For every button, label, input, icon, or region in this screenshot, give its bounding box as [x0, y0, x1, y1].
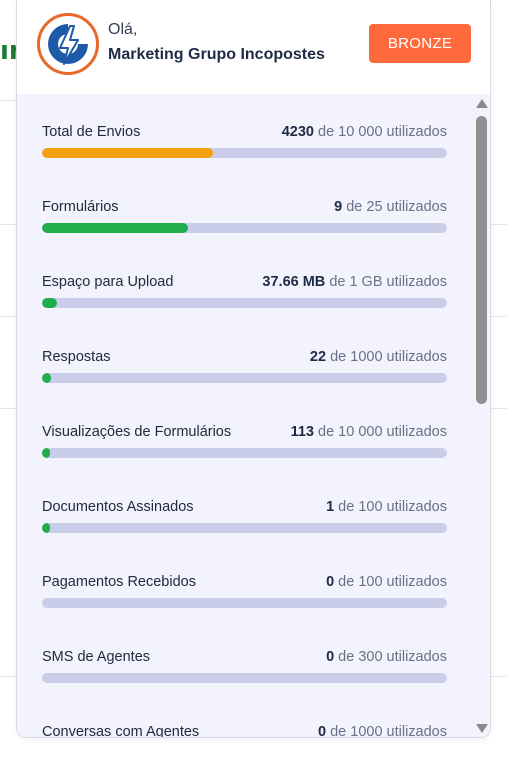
- usage-item: Formulários 9 de 25 utilizados: [42, 199, 447, 259]
- background-divider: [0, 224, 17, 225]
- usage-item: Documentos Assinados 1 de 100 utilizados: [42, 499, 447, 559]
- scrollbar-thumb[interactable]: [476, 116, 487, 404]
- scrollbar[interactable]: [473, 94, 490, 737]
- usage-limit-text: de 300 utilizados: [338, 649, 447, 665]
- usage-item: Respostas 22 de 1000 utilizados: [42, 349, 447, 409]
- background-divider: [490, 224, 507, 225]
- scroll-down-arrow-icon[interactable]: [476, 724, 488, 733]
- background-divider: [490, 676, 507, 677]
- usage-limit-text: de 1 GB utilizados: [329, 274, 447, 290]
- usage-progress-fill: [42, 298, 57, 308]
- usage-progress-fill: [42, 523, 50, 533]
- usage-used-value: 4230: [281, 124, 314, 140]
- usage-item: Espaço para Upload 37.66 MB de 1 GB utili…: [42, 274, 447, 334]
- usage-count: 1 de 100 utilizados: [326, 499, 447, 515]
- background-divider: [0, 316, 17, 317]
- usage-list-panel[interactable]: Total de Envios 4230 de 10 000 utilizados…: [17, 94, 490, 738]
- usage-label: Visualizações de Formulários: [42, 424, 232, 440]
- usage-item: SMS de Agentes 0 de 300 utilizados: [42, 649, 447, 709]
- usage-count: 4230 de 10 000 utilizados: [282, 124, 447, 140]
- usage-count: 37.66 MB de 1 GB utilizados: [262, 274, 447, 290]
- scroll-up-arrow-icon[interactable]: [476, 99, 488, 108]
- background-divider: [0, 676, 17, 677]
- usage-label: Pagamentos Recebidos: [42, 574, 196, 590]
- usage-progress-track: [42, 598, 447, 608]
- usage-used-value: 113: [290, 424, 314, 440]
- usage-used-value: 0: [317, 724, 327, 738]
- usage-used-value: 0: [326, 574, 335, 590]
- usage-count: 113 de 10 000 utilizados: [291, 424, 447, 440]
- usage-progress-track: [42, 148, 447, 158]
- usage-label: Respostas: [42, 349, 111, 365]
- usage-used-value: 22: [309, 349, 327, 365]
- company-logo-icon: [42, 18, 94, 70]
- usage-limit-text: de 100 utilizados: [338, 499, 447, 515]
- usage-count: 0 de 100 utilizados: [326, 574, 447, 590]
- usage-progress-track: [42, 298, 447, 308]
- usage-limit-text: de 10 000 utilizados: [318, 424, 447, 440]
- usage-label: SMS de Agentes: [42, 649, 151, 665]
- usage-item: Conversas com Agentes 0 de 1000 utilizado…: [42, 724, 447, 738]
- account-usage-popover: Olá, Marketing Grupo Incopostes BRONZE T…: [16, 0, 491, 738]
- usage-label: Total de Envios: [42, 124, 141, 140]
- usage-limit-text: de 100 utilizados: [338, 574, 447, 590]
- usage-limit-text: de 25 utilizados: [346, 199, 447, 215]
- account-name: Marketing Grupo Incopostes: [108, 46, 325, 63]
- usage-item: Total de Envios 4230 de 10 000 utilizados: [42, 124, 447, 184]
- plan-badge-button[interactable]: BRONZE: [369, 24, 471, 63]
- usage-limit-text: de 1000 utilizados: [330, 724, 447, 738]
- background-divider: [0, 408, 17, 409]
- usage-label: Formulários: [42, 199, 119, 215]
- background-divider: [490, 316, 507, 317]
- usage-count: 0 de 300 utilizados: [326, 649, 447, 665]
- usage-progress-fill: [42, 448, 51, 458]
- usage-label: Conversas com Agentes: [42, 724, 200, 738]
- usage-progress-fill: [42, 148, 214, 158]
- usage-used-value: 0: [326, 649, 335, 665]
- usage-progress-track: [42, 523, 447, 533]
- usage-count: 9 de 25 utilizados: [334, 199, 447, 215]
- usage-limit-text: de 10 000 utilizados: [318, 124, 447, 140]
- usage-count: 22 de 1000 utilizados: [310, 349, 447, 365]
- usage-progress-fill: [42, 223, 188, 233]
- usage-progress-track: [42, 673, 447, 683]
- usage-progress-track: [42, 223, 447, 233]
- greeting-text: Olá,: [108, 21, 138, 38]
- account-header: Olá, Marketing Grupo Incopostes BRONZE: [17, 0, 490, 94]
- usage-item: Pagamentos Recebidos 0 de 100 utilizados: [42, 574, 447, 634]
- usage-used-value: 9: [334, 199, 343, 215]
- usage-progress-track: [42, 373, 447, 383]
- usage-progress-fill: [42, 373, 51, 383]
- usage-item: Visualizações de Formulários 113 de 10 00…: [42, 424, 447, 484]
- usage-used-value: 37.66 MB: [262, 274, 326, 290]
- background-divider: [490, 408, 507, 409]
- usage-limit-text: de 1000 utilizados: [330, 349, 447, 365]
- usage-count: 0 de 1000 utilizados: [317, 724, 447, 738]
- usage-progress-track: [42, 448, 447, 458]
- background-divider: [0, 100, 17, 101]
- avatar[interactable]: [37, 13, 99, 75]
- usage-label: Espaço para Upload: [42, 274, 174, 290]
- usage-label: Documentos Assinados: [42, 499, 194, 515]
- usage-used-value: 1: [326, 499, 335, 515]
